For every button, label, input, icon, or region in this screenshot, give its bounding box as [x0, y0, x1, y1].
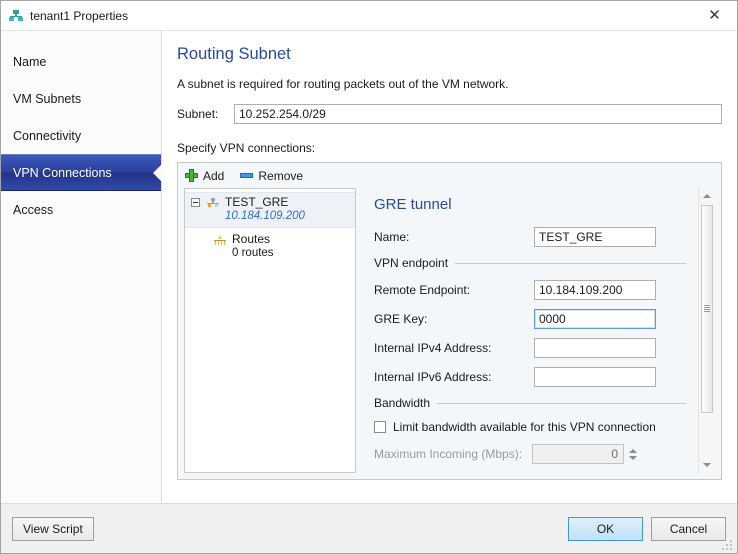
main-pane: Routing Subnet A subnet is required for …: [162, 31, 737, 503]
sidebar-item-name[interactable]: Name: [1, 43, 161, 80]
name-input[interactable]: [534, 227, 656, 247]
view-script-button[interactable]: View Script: [12, 516, 94, 541]
limit-bandwidth-checkbox[interactable]: [374, 421, 386, 433]
close-icon[interactable]: ✕: [692, 1, 737, 30]
sidebar-item-vpn-connections[interactable]: VPN Connections: [1, 154, 162, 191]
vpn-connections-box: Add Remove TEST_GRE 10.184.109.200 Route…: [177, 162, 722, 480]
cancel-button[interactable]: Cancel: [651, 516, 726, 541]
page-description: A subnet is required for routing packets…: [177, 77, 509, 91]
tree-item-title: TEST_GRE: [225, 195, 289, 209]
selection-notch: [152, 163, 162, 182]
collapse-icon[interactable]: [191, 198, 200, 207]
tree-child-text: Routes 0 routes: [232, 232, 274, 261]
minus-icon: [240, 169, 254, 182]
remote-endpoint-input[interactable]: [534, 280, 656, 300]
tree-child-title: Routes: [232, 232, 271, 246]
gre-tunnel-detail: GRE tunnel Name: VPN endpoint Remote End: [362, 188, 698, 473]
sidebar: Name VM Subnets Connectivity VPN Connect…: [1, 31, 162, 503]
sidebar-item-label: Connectivity: [13, 128, 82, 143]
vpn-endpoint-group-label: VPN endpoint: [374, 256, 449, 270]
sidebar-item-connectivity[interactable]: Connectivity: [1, 117, 161, 154]
window-title: tenant1 Properties: [30, 8, 129, 23]
tree-item-text: TEST_GRE 10.184.109.200: [225, 195, 305, 224]
scroll-up-button[interactable]: [699, 188, 715, 204]
sidebar-item-label: VPN Connections: [13, 165, 112, 180]
add-button-label: Add: [203, 168, 225, 183]
sidebar-item-access[interactable]: Access: [1, 191, 161, 228]
scrollbar-thumb[interactable]: [701, 205, 713, 414]
properties-dialog: tenant1 Properties ✕ Name VM Subnets Con…: [0, 0, 738, 554]
gre-key-row: GRE Key:: [374, 309, 686, 329]
gre-key-input[interactable]: [534, 309, 656, 329]
network-subnet-icon: [8, 8, 24, 24]
sidebar-item-label: Access: [13, 202, 54, 217]
bandwidth-group: Bandwidth: [374, 396, 686, 410]
max-incoming-label: Maximum Incoming (Mbps):: [374, 447, 523, 461]
dialog-body: Name VM Subnets Connectivity VPN Connect…: [1, 30, 737, 503]
stepper-up-icon[interactable]: [628, 448, 637, 453]
tree-child-subtitle: 0 routes: [232, 247, 274, 259]
routes-icon: [213, 233, 227, 247]
max-incoming-input[interactable]: [532, 444, 624, 464]
add-button[interactable]: Add: [185, 166, 230, 186]
ok-button[interactable]: OK: [568, 516, 643, 541]
vpn-endpoint-group: VPN endpoint: [374, 256, 686, 270]
scrollbar-track[interactable]: [699, 204, 715, 457]
sidebar-item-label: Name: [13, 54, 47, 69]
chevron-down-icon: [703, 463, 711, 467]
internal-ipv4-label: Internal IPv4 Address:: [374, 341, 492, 355]
internal-ipv6-row: Internal IPv6 Address:: [374, 367, 686, 387]
name-row: Name:: [374, 227, 686, 247]
tree-item-routes[interactable]: Routes 0 routes: [185, 228, 355, 263]
remove-button[interactable]: Remove: [240, 166, 309, 186]
name-label: Name:: [374, 230, 410, 244]
gre-key-label: GRE Key:: [374, 312, 428, 326]
plus-icon: [185, 169, 198, 182]
subnet-label: Subnet:: [177, 107, 219, 121]
internal-ipv4-input[interactable]: [534, 338, 656, 358]
group-divider: [455, 262, 686, 264]
remove-button-label: Remove: [258, 168, 304, 183]
tree-item-test-gre[interactable]: TEST_GRE 10.184.109.200: [185, 192, 355, 228]
scroll-down-button[interactable]: [699, 457, 715, 473]
limit-bandwidth-row[interactable]: Limit bandwidth available for this VPN c…: [374, 420, 686, 434]
vpn-toolbar: Add Remove: [178, 163, 721, 188]
specify-vpn-label: Specify VPN connections:: [177, 141, 316, 155]
subnet-row: Subnet:: [177, 104, 722, 124]
remote-endpoint-label: Remote Endpoint:: [374, 283, 471, 297]
internal-ipv6-label: Internal IPv6 Address:: [374, 370, 492, 384]
sidebar-item-vm-subnets[interactable]: VM Subnets: [1, 80, 161, 117]
tunnel-icon: [206, 196, 220, 210]
page-title: Routing Subnet: [177, 45, 291, 63]
max-incoming-row: Maximum Incoming (Mbps):: [374, 444, 686, 464]
sidebar-item-label: VM Subnets: [13, 91, 82, 106]
resize-grip-icon[interactable]: [722, 538, 734, 550]
tree-item-subtitle: 10.184.109.200: [225, 210, 305, 222]
detail-title: GRE tunnel: [374, 196, 452, 213]
subnet-input[interactable]: [234, 104, 722, 124]
detail-wrapper: GRE tunnel Name: VPN endpoint Remote End: [362, 188, 715, 473]
dialog-footer: View Script OK Cancel: [1, 503, 737, 553]
stepper-down-icon[interactable]: [628, 455, 637, 460]
grip-icon: [704, 305, 710, 314]
vpn-connections-tree[interactable]: TEST_GRE 10.184.109.200 Routes 0 routes: [184, 188, 356, 473]
internal-ipv6-input[interactable]: [534, 367, 656, 387]
title-bar: tenant1 Properties ✕: [1, 1, 737, 30]
chevron-up-icon: [703, 194, 711, 198]
internal-ipv4-row: Internal IPv4 Address:: [374, 338, 686, 358]
bandwidth-group-label: Bandwidth: [374, 396, 431, 410]
limit-bandwidth-label: Limit bandwidth available for this VPN c…: [393, 420, 656, 434]
max-incoming-stepper[interactable]: [626, 444, 639, 464]
remote-endpoint-row: Remote Endpoint:: [374, 280, 686, 300]
vpn-panes: TEST_GRE 10.184.109.200 Routes 0 routes …: [178, 188, 721, 479]
group-divider: [437, 402, 686, 404]
detail-scrollbar[interactable]: [698, 188, 715, 473]
